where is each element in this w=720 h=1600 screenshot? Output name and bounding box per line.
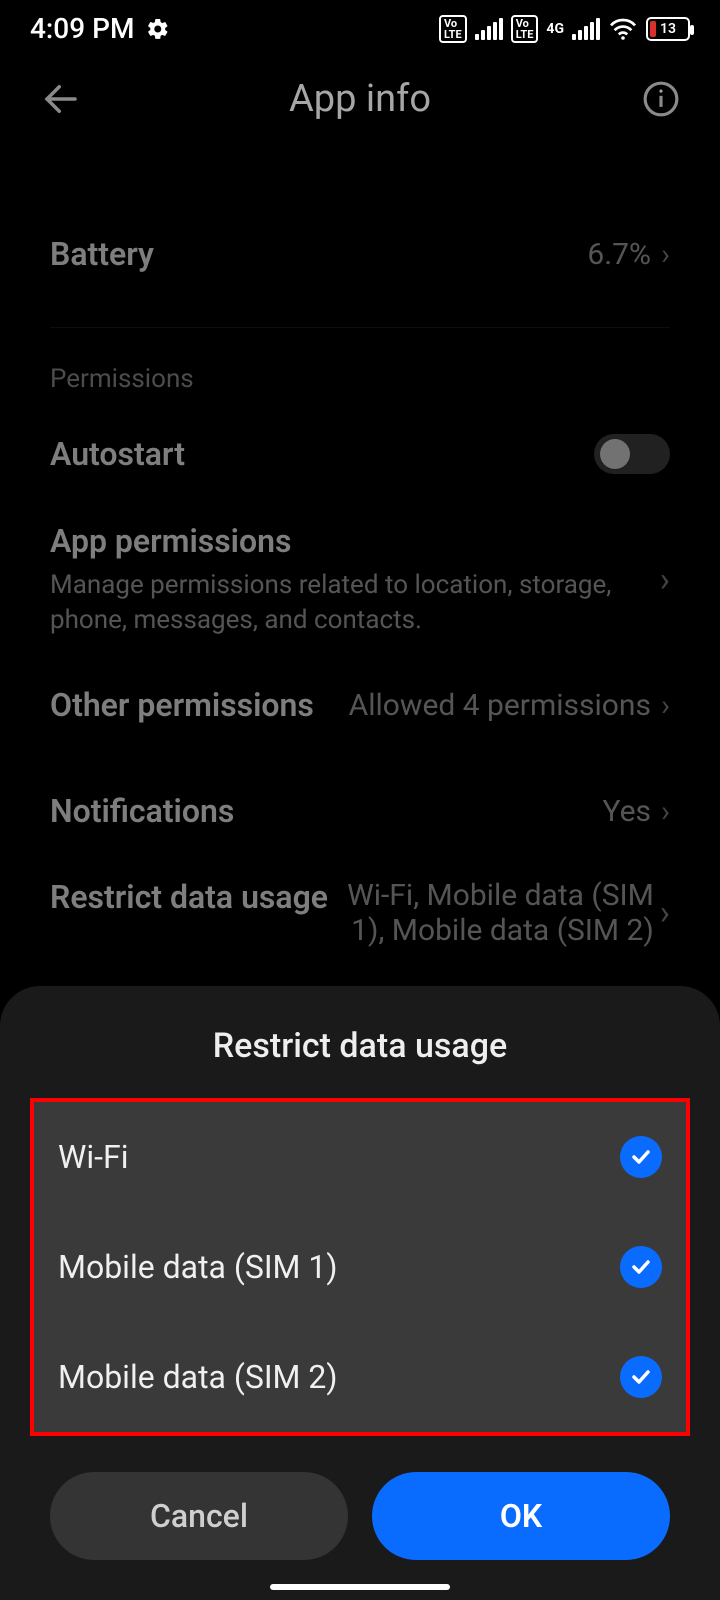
chevron-right-icon: › <box>661 794 670 829</box>
chevron-right-icon: › <box>660 893 670 933</box>
status-time: 4:09 PM <box>30 12 134 45</box>
restrict-data-value: Wi-Fi, Mobile data (SIM 1), Mobile data … <box>334 878 654 948</box>
chevron-right-icon: › <box>661 688 670 723</box>
battery-icon: 13 <box>646 17 690 41</box>
ok-button[interactable]: OK <box>372 1472 670 1560</box>
page-title: App info <box>289 77 431 121</box>
other-permissions-value: Allowed 4 permissions <box>349 688 651 723</box>
signal-sim2-icon <box>572 18 600 40</box>
back-button[interactable] <box>40 78 88 120</box>
divider <box>50 327 670 328</box>
chevron-right-icon: › <box>660 560 670 600</box>
option-sim1[interactable]: Mobile data (SIM 1) <box>34 1212 686 1322</box>
option-sim1-label: Mobile data (SIM 1) <box>58 1248 338 1286</box>
option-wifi[interactable]: Wi-Fi <box>34 1102 686 1212</box>
network-4g-label: 4G <box>546 22 564 36</box>
option-wifi-label: Wi-Fi <box>58 1138 128 1176</box>
check-icon <box>620 1246 662 1288</box>
row-other-permissions[interactable]: Other permissions Allowed 4 permissions … <box>50 662 670 748</box>
row-battery[interactable]: Battery 6.7% › <box>50 211 670 297</box>
option-sim2[interactable]: Mobile data (SIM 2) <box>34 1322 686 1432</box>
section-permissions: Permissions <box>50 348 670 410</box>
row-notifications[interactable]: Notifications Yes › <box>50 768 670 854</box>
sheet-title: Restrict data usage <box>0 986 720 1098</box>
row-app-permissions[interactable]: App permissions Manage permissions relat… <box>50 498 670 662</box>
restrict-data-label: Restrict data usage <box>50 878 328 916</box>
volte-sim1-icon: VoLTE <box>439 15 467 43</box>
settings-content: Battery 6.7% › Permissions Autostart App… <box>0 151 720 972</box>
notifications-label: Notifications <box>50 792 234 830</box>
restrict-data-sheet: Restrict data usage Wi-Fi Mobile data (S… <box>0 986 720 1600</box>
other-permissions-label: Other permissions <box>50 686 314 724</box>
app-permissions-label: App permissions <box>50 522 640 560</box>
battery-value: 6.7% <box>587 237 651 272</box>
app-permissions-desc: Manage permissions related to location, … <box>50 568 640 638</box>
cancel-button[interactable]: Cancel <box>50 1472 348 1560</box>
gear-icon <box>146 17 170 41</box>
home-indicator[interactable] <box>270 1584 450 1590</box>
check-icon <box>620 1136 662 1178</box>
header: App info <box>0 55 720 151</box>
autostart-label: Autostart <box>50 435 185 473</box>
battery-label: Battery <box>50 235 154 273</box>
row-autostart[interactable]: Autostart <box>50 410 670 498</box>
info-button[interactable] <box>632 80 680 118</box>
chevron-right-icon: › <box>661 237 670 272</box>
wifi-icon <box>608 17 638 41</box>
autostart-toggle[interactable] <box>594 434 670 474</box>
signal-sim1-icon <box>475 18 503 40</box>
status-bar: 4:09 PM VoLTE VoLTE 4G 13 <box>0 0 720 55</box>
notifications-value: Yes <box>603 794 651 829</box>
check-icon <box>620 1356 662 1398</box>
sheet-option-list: Wi-Fi Mobile data (SIM 1) Mobile data (S… <box>30 1098 690 1436</box>
row-restrict-data[interactable]: Restrict data usage Wi-Fi, Mobile data (… <box>50 854 670 972</box>
option-sim2-label: Mobile data (SIM 2) <box>58 1358 338 1396</box>
volte-sim2-icon: VoLTE <box>511 15 539 43</box>
